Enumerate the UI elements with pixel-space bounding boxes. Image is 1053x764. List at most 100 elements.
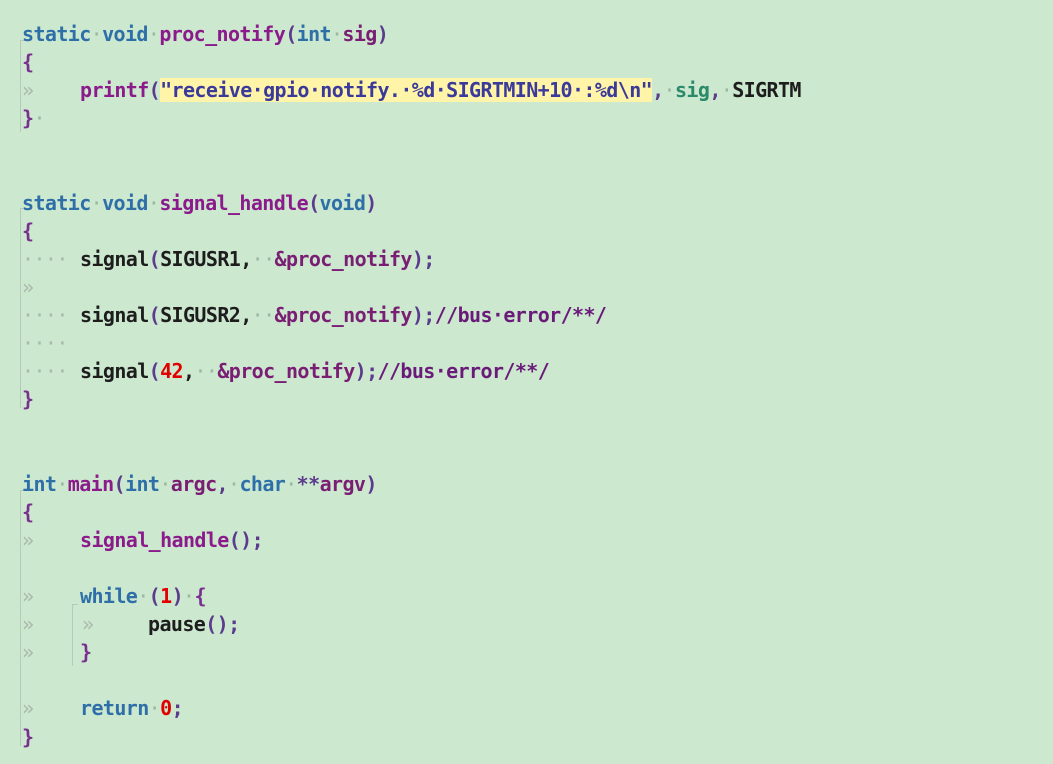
code-text: {	[22, 498, 34, 526]
code-token: argc	[170, 471, 217, 496]
code-text: pause();	[148, 610, 240, 638]
code-text: }	[22, 385, 34, 413]
code-text: }	[22, 723, 34, 751]
code-token: );	[411, 303, 435, 327]
code-token: }	[22, 387, 34, 412]
code-line[interactable]: }	[0, 723, 1053, 751]
whitespace-marker: ····	[22, 303, 68, 327]
code-token: ·	[90, 22, 103, 46]
code-token: ·	[147, 22, 160, 46]
code-line[interactable]: ····	[0, 329, 1053, 357]
code-token: ·	[33, 106, 45, 131]
code-token: );	[354, 359, 378, 384]
code-text: return·0;	[80, 694, 184, 722]
code-token: ();	[228, 527, 264, 552]
code-line[interactable]	[0, 442, 1053, 470]
code-token: printf	[80, 78, 149, 103]
code-line[interactable]: » » pause();	[0, 610, 1053, 638]
whitespace-marker: »	[22, 640, 34, 665]
code-token: 0	[160, 696, 172, 721]
code-token: 1	[160, 584, 172, 608]
code-line[interactable]	[0, 666, 1053, 694]
whitespace-marker: »	[22, 584, 34, 608]
code-token: {	[22, 50, 34, 75]
code-token: int	[125, 471, 160, 496]
code-text: }·	[22, 104, 46, 132]
code-token: ·	[147, 190, 160, 215]
code-token: ,	[183, 359, 195, 384]
code-line[interactable]: » return·0;	[0, 694, 1053, 722]
code-token: signal	[80, 303, 149, 327]
code-line[interactable]: int·main(int·argc,·char·**argv)	[0, 470, 1053, 498]
code-line[interactable]: }·	[0, 104, 1053, 132]
code-token: (	[148, 303, 161, 327]
code-token: (	[308, 190, 320, 215]
code-line[interactable]	[0, 132, 1053, 160]
code-text: signal(SIGUSR2,··&proc_notify);//bus·err…	[80, 301, 607, 329]
code-line[interactable]: » printf("receive·gpio·notify.·%d·SIGRTMI…	[0, 76, 1053, 104]
code-token: "receive·gpio·notify.·%d·SIGRTMIN+10·:%d…	[160, 78, 653, 103]
code-token: ,	[216, 471, 229, 496]
whitespace-marker: »	[22, 696, 34, 721]
code-token: (	[148, 359, 161, 384]
code-token: {	[22, 499, 34, 524]
code-line[interactable]: »}	[0, 638, 1053, 666]
code-line[interactable]	[0, 161, 1053, 189]
code-text: {	[22, 48, 34, 76]
code-line[interactable]	[0, 413, 1053, 441]
code-line[interactable]: static·void·proc_notify(int·sig)	[0, 20, 1053, 48]
code-token: ,	[709, 78, 721, 103]
code-token: }	[22, 724, 34, 749]
whitespace-marker: ····	[22, 246, 68, 271]
whitespace-marker: »	[82, 612, 94, 637]
code-text: signal(42,··&proc_notify);//bus·error/**…	[80, 357, 550, 385]
whitespace-marker: ····	[22, 359, 68, 384]
code-token: char	[239, 471, 286, 496]
code-token: &proc_notify	[274, 303, 413, 327]
code-token: {	[22, 218, 34, 243]
code-token: SIGUSR1,	[160, 246, 252, 271]
code-token: proc_notify	[159, 22, 286, 46]
whitespace-marker: »	[22, 78, 34, 103]
code-token: void	[102, 22, 148, 46]
code-line[interactable]: ···· signal(42,··&proc_notify);//bus·erro…	[0, 357, 1053, 385]
code-token: ··	[194, 359, 218, 384]
code-token: ··	[251, 303, 275, 327]
code-token: int	[296, 22, 332, 46]
code-token: )	[365, 190, 377, 215]
code-token: void	[102, 190, 148, 215]
code-token: (	[148, 584, 161, 608]
code-token: )	[171, 584, 184, 608]
code-text: {	[22, 217, 34, 245]
code-token: );	[411, 246, 435, 271]
code-token: ·	[663, 78, 676, 103]
code-line[interactable]: {	[0, 48, 1053, 76]
code-token: SIGRTM	[732, 78, 801, 103]
code-line[interactable]: » signal_handle();	[0, 526, 1053, 554]
code-line[interactable]: ···· signal(SIGUSR1,··&proc_notify);	[0, 245, 1053, 273]
code-line[interactable]: »	[0, 273, 1053, 301]
code-editor[interactable]: static·void·proc_notify(int·sig){» printf…	[0, 0, 1053, 764]
code-token: ··	[251, 246, 275, 271]
whitespace-marker: »	[22, 612, 34, 637]
code-token: ,	[652, 78, 664, 103]
code-line[interactable]: static·void·signal_handle(void)	[0, 189, 1053, 217]
code-token: static	[22, 190, 91, 215]
code-token: }	[80, 640, 92, 665]
code-text: signal(SIGUSR1,··&proc_notify);	[80, 245, 435, 273]
code-line[interactable]: ···· signal(SIGUSR2,··&proc_notify);//bus…	[0, 301, 1053, 329]
code-token: ·	[90, 190, 103, 215]
code-line[interactable]: }	[0, 385, 1053, 413]
code-line[interactable]: {	[0, 217, 1053, 245]
code-token: ·	[148, 696, 161, 721]
code-token: {	[194, 584, 206, 608]
code-token: &proc_notify	[274, 246, 413, 271]
code-line[interactable]: {	[0, 498, 1053, 526]
code-line[interactable]	[0, 554, 1053, 582]
code-token: ·	[228, 471, 240, 496]
code-token: )	[365, 471, 377, 496]
code-token: static	[22, 22, 91, 46]
code-line[interactable]: » while·(1)·{	[0, 582, 1053, 610]
code-token: sig	[674, 78, 710, 103]
code-token: **	[296, 471, 320, 496]
